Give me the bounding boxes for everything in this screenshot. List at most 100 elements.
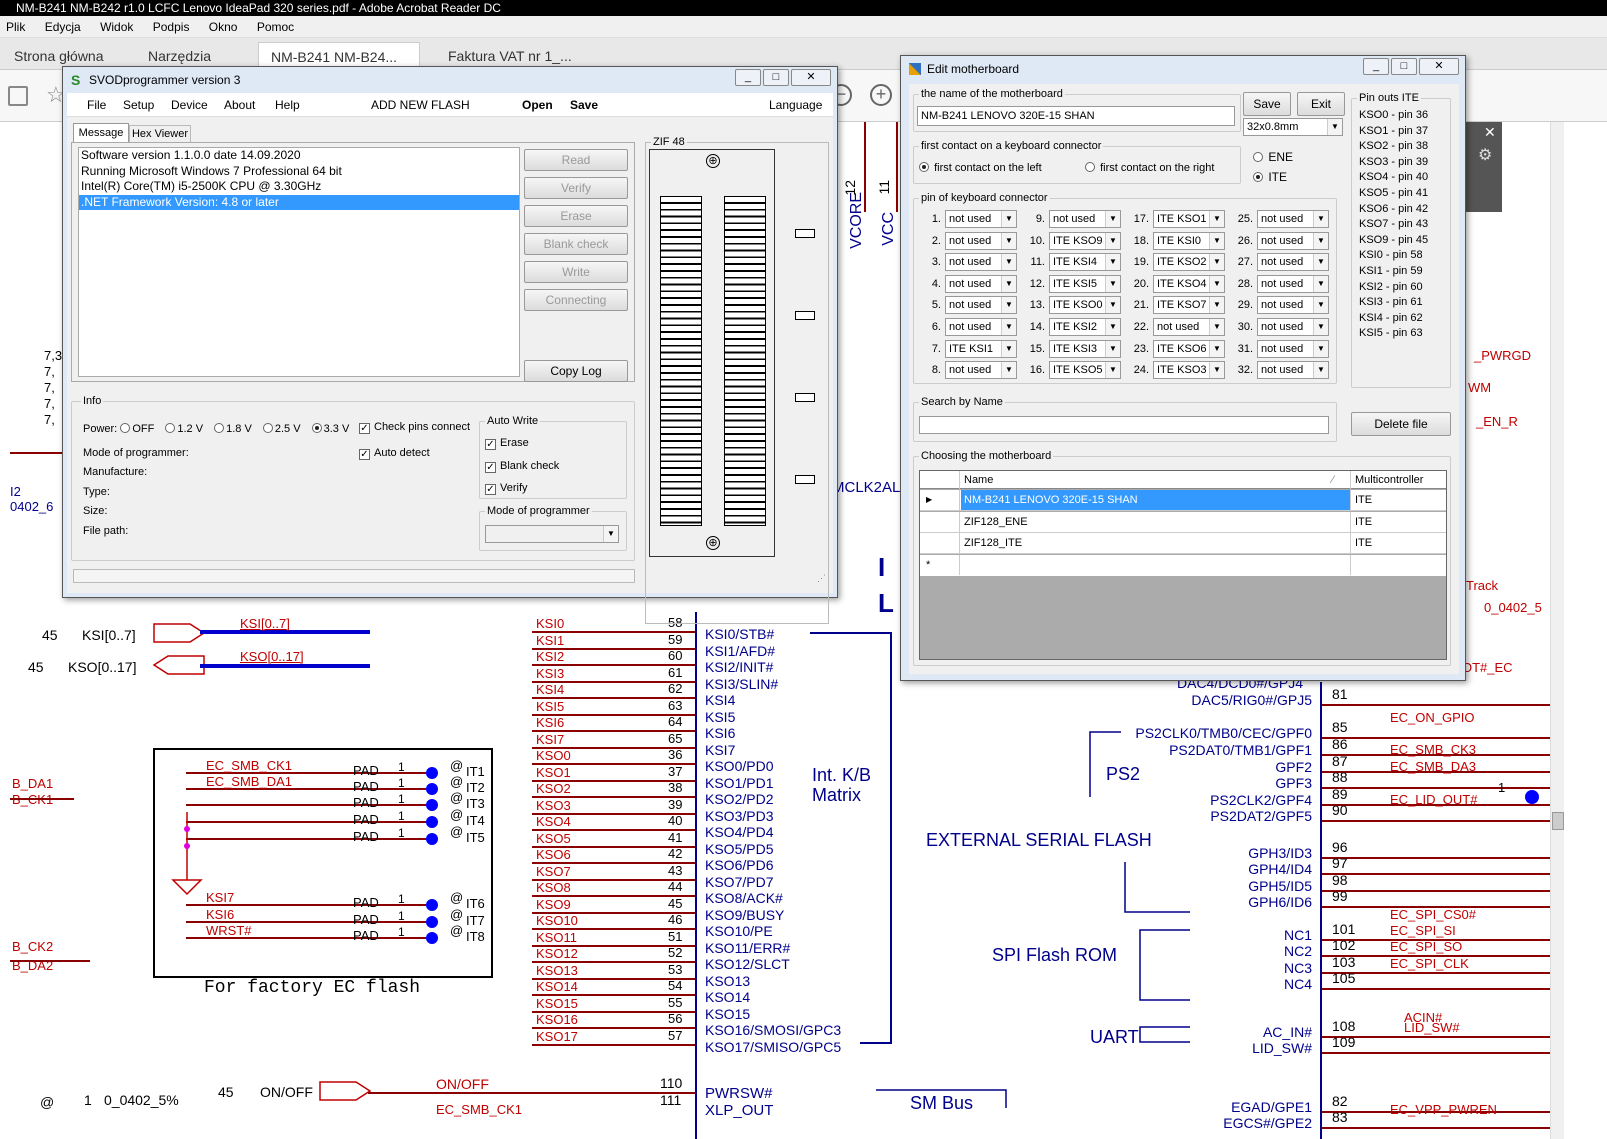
grid-cell-mc[interactable]: ITE — [1350, 490, 1446, 510]
first-left-radio[interactable] — [919, 162, 929, 172]
pin-select[interactable]: not used ▼ — [1257, 361, 1329, 380]
pin-select[interactable]: not used ▼ — [945, 274, 1017, 293]
pin-select[interactable]: not used ▼ — [945, 231, 1017, 250]
check-pins-checkbox[interactable]: ✓ — [359, 423, 370, 434]
motherboard-name-input[interactable]: NM-B241 LENOVO 320E-15 SHAN — [917, 106, 1235, 126]
maximize-button[interactable]: □ — [763, 69, 789, 86]
menu-podpis[interactable]: Podpis — [153, 20, 190, 34]
write-button[interactable]: Write — [524, 261, 628, 283]
pin-select[interactable]: ITE KSI1 ▼ — [945, 339, 1017, 358]
pin-select[interactable]: ITE KSI0 ▼ — [1153, 231, 1225, 250]
exit-button[interactable]: Exit — [1297, 92, 1345, 116]
menu-okno[interactable]: Okno — [209, 20, 238, 34]
row-header[interactable]: ▶ — [920, 490, 960, 510]
grid-cell-mc[interactable]: ITE — [1350, 533, 1446, 553]
pin-select[interactable]: not used ▼ — [1257, 231, 1329, 250]
grid-col-name[interactable]: Name — [964, 471, 993, 489]
mode-select[interactable]: ▼ — [485, 525, 619, 543]
pin-select[interactable]: ITE KSO9 ▼ — [1049, 231, 1121, 250]
pdf-scrollbar[interactable] — [1550, 122, 1564, 1139]
aw-erase-checkbox[interactable]: ✓ — [485, 439, 496, 450]
pdf-scroll-thumb[interactable] — [1552, 812, 1564, 830]
package-select[interactable]: 32x0.8mm ▼ — [1243, 118, 1343, 136]
pin-select[interactable]: ITE KSO4 ▼ — [1153, 274, 1225, 293]
close-button[interactable]: ✕ — [1419, 58, 1459, 75]
tab-hex-viewer[interactable]: Hex Viewer — [129, 125, 191, 143]
grid-col-multicontroller[interactable]: Multicontroller — [1350, 471, 1423, 489]
menu-open[interactable]: Open — [522, 93, 553, 117]
grid-cell-name[interactable]: ZIF128_ENE — [961, 512, 1350, 532]
pin-select[interactable]: not used ▼ — [1049, 210, 1121, 228]
minimize-button[interactable]: _ — [735, 69, 761, 86]
grid-cell-name[interactable]: NM-B241 LENOVO 320E-15 SHAN — [961, 490, 1350, 510]
pin-select[interactable]: not used ▼ — [1257, 253, 1329, 272]
connecting-button[interactable]: Connecting — [524, 289, 628, 311]
pin-select[interactable]: ITE KSO0 ▼ — [1049, 296, 1121, 315]
power-1v8-radio[interactable] — [214, 423, 225, 433]
log-line-selected[interactable]: .NET Framework Version: 4.8 or later — [79, 194, 519, 210]
pin-select[interactable]: not used ▼ — [1153, 318, 1225, 336]
menu-save[interactable]: Save — [570, 93, 598, 117]
menu-setup[interactable]: Setup — [123, 93, 154, 117]
row-header[interactable] — [920, 533, 960, 553]
delete-file-button[interactable]: Delete file — [1351, 412, 1451, 436]
grid-cell-name[interactable]: ZIF128_ITE — [961, 533, 1350, 553]
grid-new-row[interactable]: * — [920, 554, 1446, 576]
erase-button[interactable]: Erase — [524, 205, 628, 227]
power-3v3-radio[interactable] — [311, 423, 322, 433]
close-icon[interactable]: ✕ — [1484, 124, 1502, 141]
pin-select[interactable]: not used ▼ — [945, 253, 1017, 272]
menu-pomoc[interactable]: Pomoc — [257, 20, 294, 34]
pin-select[interactable]: not used ▼ — [945, 210, 1017, 228]
power-2v5-radio[interactable] — [262, 423, 273, 433]
pin-select[interactable]: ITE KSO5 ▼ — [1049, 361, 1121, 380]
first-right-radio[interactable] — [1085, 162, 1095, 172]
pin-select[interactable]: not used ▼ — [1257, 296, 1329, 315]
ene-radio[interactable] — [1253, 152, 1263, 162]
pin-select[interactable]: not used ▼ — [1257, 210, 1329, 228]
verify-button[interactable]: Verify — [524, 177, 628, 199]
pin-select[interactable]: ITE KSI2 ▼ — [1049, 318, 1121, 336]
copy-log-button[interactable]: Copy Log — [524, 360, 628, 382]
aw-verify-checkbox[interactable]: ✓ — [485, 484, 496, 495]
menu-add-new-flash[interactable]: ADD NEW FLASH — [371, 93, 470, 117]
power-1v2-radio[interactable] — [165, 423, 176, 433]
read-button[interactable]: Read — [524, 149, 628, 171]
ite-radio[interactable] — [1253, 172, 1263, 182]
pin-select[interactable]: not used ▼ — [945, 361, 1017, 380]
pin-select[interactable]: not used ▼ — [1257, 339, 1329, 358]
search-input[interactable] — [919, 416, 1329, 434]
menu-file[interactable]: File — [87, 93, 106, 117]
menu-help[interactable]: Help — [275, 93, 300, 117]
log-list[interactable]: Software version 1.1.0.0 date 14.09.2020… — [78, 147, 520, 377]
grid-row[interactable]: ZIF128_ENE ITE — [920, 511, 1446, 533]
close-button[interactable]: ✕ — [791, 69, 831, 86]
grid-cell-mc[interactable]: ITE — [1350, 511, 1446, 532]
tab-message[interactable]: Message — [73, 123, 129, 143]
grid-row[interactable]: ▶ NM-B241 LENOVO 320E-15 SHAN ITE — [920, 490, 1446, 511]
zoom-in-icon[interactable]: + — [870, 84, 892, 106]
maximize-button[interactable]: □ — [1391, 58, 1417, 75]
pin-select[interactable]: ITE KSO3 ▼ — [1153, 361, 1225, 380]
save-icon[interactable] — [8, 86, 28, 106]
pin-select[interactable]: ITE KSI5 ▼ — [1049, 274, 1121, 293]
resize-grip-icon[interactable]: ⋰ — [817, 573, 826, 584]
menu-about[interactable]: About — [224, 93, 255, 117]
menu-plik[interactable]: Plik — [6, 20, 25, 34]
row-header[interactable] — [920, 511, 960, 532]
aw-blank-checkbox[interactable]: ✓ — [485, 462, 496, 473]
auto-detect-checkbox[interactable]: ✓ — [359, 449, 370, 460]
menu-language[interactable]: Language — [769, 93, 822, 117]
menu-edycja[interactable]: Edycja — [45, 20, 81, 34]
blank-check-button[interactable]: Blank check — [524, 233, 628, 255]
pin-select[interactable]: ITE KSI3 ▼ — [1049, 339, 1121, 358]
svod-titlebar[interactable]: S SVODprogrammer version 3 — [63, 67, 837, 93]
pin-select[interactable]: not used ▼ — [945, 318, 1017, 336]
menu-device[interactable]: Device — [171, 93, 208, 117]
power-off-radio[interactable] — [120, 423, 131, 433]
pin-select[interactable]: ITE KSO1 ▼ — [1153, 210, 1225, 228]
gear-icon[interactable]: ⚙ — [1478, 145, 1502, 165]
menu-widok[interactable]: Widok — [100, 20, 133, 34]
pin-select[interactable]: ITE KSI4 ▼ — [1049, 253, 1121, 272]
pin-select[interactable]: not used ▼ — [1257, 318, 1329, 336]
